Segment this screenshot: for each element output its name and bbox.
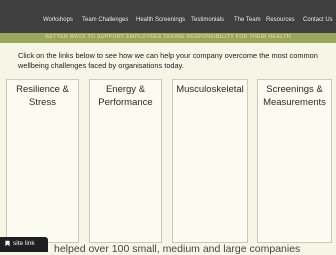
nav-item-resources[interactable]: Resources	[266, 17, 295, 23]
tagline-bar: BETTER WAYS TO SUPPORT EMPLOYEES TAKING …	[0, 33, 336, 43]
challenge-box-title-line2: Performance	[98, 96, 153, 108]
challenge-box-energy-performance[interactable]: Energy & Performance	[89, 79, 162, 243]
nav-item-testimonials[interactable]: Testimonials	[191, 17, 224, 23]
top-navigation: Workshops Team Challenges Health Screeni…	[0, 0, 336, 33]
challenge-box-title: Energy & Performance	[90, 84, 161, 109]
challenge-box-title-line1: Resilience &	[16, 84, 69, 95]
site-link-badge[interactable]: site link	[0, 237, 48, 252]
challenge-box-title-line1: Screenings &	[266, 84, 323, 95]
site-link-badge-label: site link	[13, 240, 35, 247]
challenge-box-screenings-measurements[interactable]: Screenings & Measurements	[257, 79, 332, 243]
challenge-box-title-line2: Stress	[29, 96, 56, 108]
intro-paragraph: Click on the links below to see how we c…	[18, 51, 318, 70]
nav-item-contact-us[interactable]: Contact Us	[303, 17, 333, 23]
challenge-box-title: Screenings & Measurements	[258, 84, 331, 109]
bookmark-icon	[5, 240, 10, 247]
nav-item-workshops[interactable]: Workshops	[43, 17, 73, 23]
challenge-box-musculoskeletal[interactable]: Musculoskeletal	[172, 79, 248, 243]
challenge-box-title-line2: Measurements	[263, 96, 326, 108]
challenge-box-title-line1: Energy &	[105, 84, 146, 95]
challenge-box-title: Musculoskeletal	[173, 84, 247, 97]
tagline-text: BETTER WAYS TO SUPPORT EMPLOYEES TAKING …	[45, 34, 291, 40]
nav-item-the-team[interactable]: The Team	[234, 17, 261, 23]
challenge-box-title-line1: Musculoskeletal	[176, 84, 244, 95]
nav-item-team-challenges[interactable]: Team Challenges	[82, 17, 128, 23]
challenge-box-resilience-stress[interactable]: Resilience & Stress	[6, 79, 79, 243]
nav-item-health-screenings[interactable]: Health Screenings	[136, 17, 185, 23]
bottom-text: helped over 100 small, medium and large …	[54, 243, 301, 255]
challenge-box-title: Resilience & Stress	[7, 84, 78, 109]
